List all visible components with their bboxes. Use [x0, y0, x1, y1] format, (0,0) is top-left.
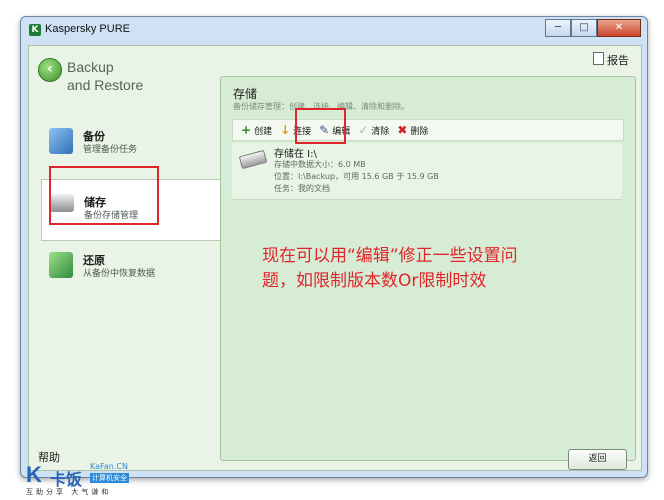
clear-label: 清除: [371, 126, 390, 137]
usb-drive-icon: [238, 149, 268, 170]
delete-x-icon: ✖: [397, 123, 408, 137]
storage-location: 位置：I:\Backup，可用 15.6 GB 于 15.9 GB: [274, 172, 439, 181]
kaspersky-app-icon: K: [29, 24, 41, 36]
sidebar-item-restore[interactable]: 还原 从备份中恢复数据: [43, 246, 203, 292]
connect-icon: ↓: [280, 123, 291, 137]
maximize-button[interactable]: □: [571, 19, 597, 37]
clear-button[interactable]: ✓ 清除: [358, 124, 389, 137]
document-icon: [593, 52, 604, 65]
create-button[interactable]: + 创建: [241, 124, 272, 137]
storage-size: 存储中数据大小：6.0 MB: [274, 160, 366, 169]
section-title: Backup and Restore: [67, 59, 144, 93]
window-controls: ─ □ ✕: [545, 19, 641, 37]
restore-icon: [49, 252, 73, 278]
logo-tag: 计算机安全: [90, 473, 129, 483]
plus-icon: +: [241, 123, 252, 137]
create-label: 创建: [254, 126, 273, 137]
annotation-text: 现在可以用“编辑”修正一些设置问 题，如限制版本数Or限制时效: [262, 246, 518, 291]
title-bar[interactable]: K Kaspersky PURE ─ □ ✕: [21, 17, 647, 45]
storage-toolbar: + 创建 ↓ 连接 ✎ 编辑 ✓ 清除 ✖ 删除: [232, 119, 624, 141]
sidebar-item-subtitle: 管理备份任务: [83, 145, 138, 155]
check-icon: ✓: [358, 123, 369, 137]
window-title: Kaspersky PURE: [45, 23, 130, 35]
storage-name: 存储在 I:\: [274, 149, 317, 160]
minimize-button[interactable]: ─: [545, 19, 571, 37]
close-button[interactable]: ✕: [597, 19, 641, 37]
report-label: 报告: [607, 54, 629, 67]
storage-list-item[interactable]: 存储在 I:\ 存储中数据大小：6.0 MB 位置：I:\Backup，可用 1…: [232, 143, 622, 200]
delete-button[interactable]: ✖ 删除: [397, 124, 428, 137]
logo-domain: KaFan.CN: [90, 462, 128, 471]
logo-k: K: [26, 462, 42, 487]
sidebar-item-backup[interactable]: 备份 管理备份任务: [43, 122, 203, 168]
backup-icon: [49, 128, 73, 154]
panel-title: 存储: [233, 87, 258, 101]
annotation-highlight-edit: [295, 108, 346, 144]
return-button[interactable]: 返回: [568, 449, 627, 470]
annotation-highlight-storage: [49, 166, 159, 225]
storage-task: 任务：我的文档: [274, 184, 330, 193]
back-arrow-icon[interactable]: ‹: [38, 58, 62, 82]
sidebar-item-subtitle: 从备份中恢复数据: [83, 269, 156, 279]
report-button[interactable]: 报告: [593, 52, 629, 68]
logo-slogan: 互助分享 大气谦和: [26, 488, 112, 496]
kafan-watermark-logo: K 卡饭 KaFan.CN 计算机安全 互助分享 大气谦和: [26, 460, 146, 498]
delete-label: 删除: [410, 126, 429, 137]
